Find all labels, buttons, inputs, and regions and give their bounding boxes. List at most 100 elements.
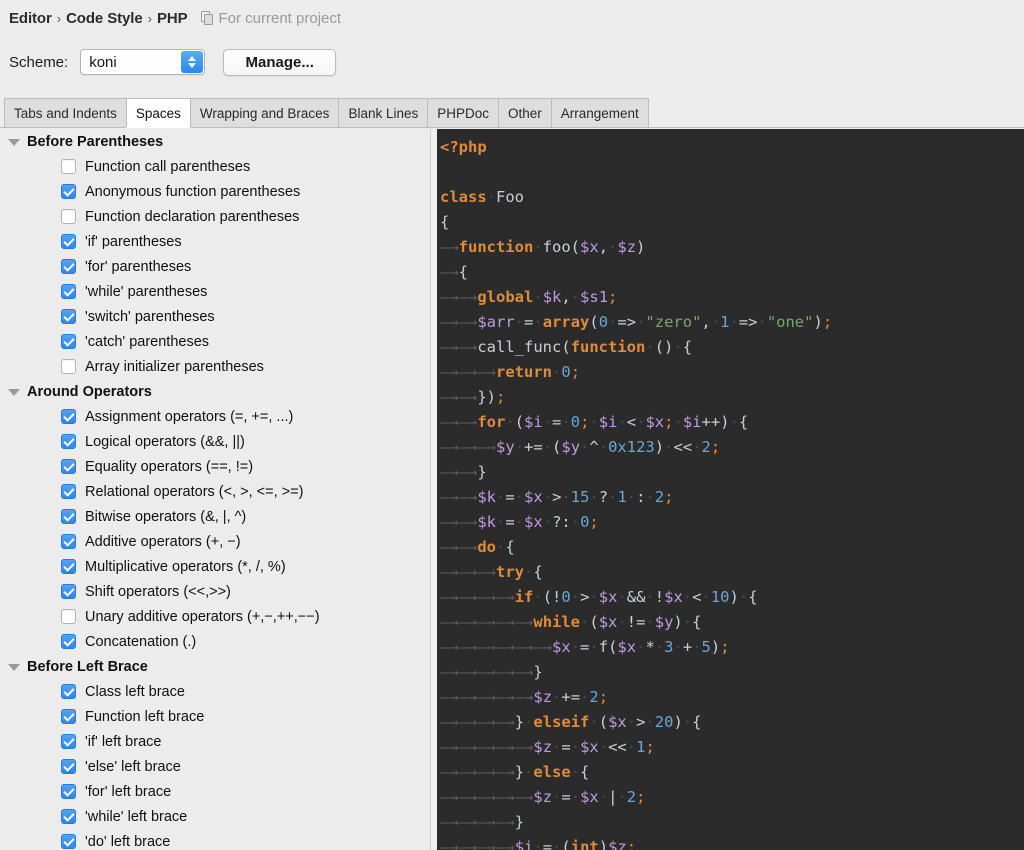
setting-row[interactable]: Bitwise operators (&, |, ^) bbox=[0, 504, 430, 529]
checkbox-checked-icon[interactable] bbox=[61, 759, 76, 774]
setting-label: Unary additive operators (+,−,++,−−) bbox=[85, 608, 320, 625]
setting-row[interactable]: Relational operators (<, >, <=, >=) bbox=[0, 479, 430, 504]
setting-row[interactable]: 'switch' parentheses bbox=[0, 304, 430, 329]
tab-indent-icon: —→ bbox=[458, 738, 478, 756]
setting-row[interactable]: Multiplicative operators (*, /, %) bbox=[0, 554, 430, 579]
checkbox-unchecked-icon[interactable] bbox=[61, 359, 76, 374]
setting-row[interactable]: Additive operators (+, −) bbox=[0, 529, 430, 554]
code-line: —→—→—→—→$i·=·(int)$z; bbox=[437, 835, 1024, 850]
chevron-down-icon[interactable] bbox=[8, 138, 20, 146]
setting-row[interactable]: Equality operators (==, !=) bbox=[0, 454, 430, 479]
setting-row[interactable]: Assignment operators (=, +=, ...) bbox=[0, 404, 430, 429]
checkbox-checked-icon[interactable] bbox=[61, 584, 76, 599]
setting-row[interactable]: Shift operators (<<,>>) bbox=[0, 579, 430, 604]
checkbox-checked-icon[interactable] bbox=[61, 234, 76, 249]
tab-blank-lines[interactable]: Blank Lines bbox=[338, 98, 428, 127]
checkbox-checked-icon[interactable] bbox=[61, 309, 76, 324]
tab-indent-icon: —→ bbox=[477, 438, 497, 456]
tab-arrangement[interactable]: Arrangement bbox=[550, 98, 649, 127]
code-preview[interactable]: <?php class·Foo {—→function·foo($x,·$z) —→… bbox=[437, 129, 1024, 850]
checkbox-checked-icon[interactable] bbox=[61, 334, 76, 349]
checkbox-checked-icon[interactable] bbox=[61, 409, 76, 424]
settings-tree[interactable]: Before Parentheses Function call parenthe… bbox=[0, 129, 430, 850]
checkbox-checked-icon[interactable] bbox=[61, 184, 76, 199]
checkbox-checked-icon[interactable] bbox=[61, 559, 76, 574]
setting-row[interactable]: 'if' parentheses bbox=[0, 229, 430, 254]
setting-row[interactable]: 'else' left brace bbox=[0, 754, 430, 779]
checkbox-checked-icon[interactable] bbox=[61, 709, 76, 724]
tab-indent-icon: —→ bbox=[514, 638, 534, 656]
setting-row[interactable]: 'if' left brace bbox=[0, 729, 430, 754]
tab-indent-icon: —→ bbox=[477, 638, 497, 656]
tab-indent-icon: —→ bbox=[458, 688, 478, 706]
setting-label: 'else' left brace bbox=[85, 758, 181, 775]
tab-indent-icon: —→ bbox=[496, 838, 515, 850]
setting-row[interactable]: 'for' parentheses bbox=[0, 254, 430, 279]
tab-indent-icon: —→ bbox=[440, 588, 459, 606]
tab-spaces[interactable]: Spaces bbox=[125, 98, 190, 127]
tab-indent-icon: —→ bbox=[477, 763, 497, 781]
setting-label: 'do' left brace bbox=[85, 833, 171, 850]
checkbox-checked-icon[interactable] bbox=[61, 259, 76, 274]
setting-row[interactable]: Unary additive operators (+,−,++,−−) bbox=[0, 604, 430, 629]
tab-other[interactable]: Other bbox=[498, 98, 551, 127]
section-header-before-parentheses[interactable]: Before Parentheses bbox=[0, 129, 430, 154]
pane-divider[interactable] bbox=[430, 129, 437, 850]
setting-row[interactable]: 'for' left brace bbox=[0, 779, 430, 804]
checkbox-checked-icon[interactable] bbox=[61, 484, 76, 499]
breadcrumb-item-editor[interactable]: Editor bbox=[9, 10, 52, 27]
tab-indent-icon: —→ bbox=[440, 338, 459, 356]
checkbox-unchecked-icon[interactable] bbox=[61, 159, 76, 174]
setting-label: Array initializer parentheses bbox=[85, 358, 264, 375]
checkbox-checked-icon[interactable] bbox=[61, 634, 76, 649]
section-title: Around Operators bbox=[27, 383, 152, 400]
code-line: —→—→call_func(function·()·{ bbox=[440, 338, 693, 356]
tab-indent-icon: —→ bbox=[458, 388, 478, 406]
manage-button[interactable]: Manage... bbox=[223, 48, 337, 76]
setting-row[interactable]: Array initializer parentheses bbox=[0, 354, 430, 379]
code-line: —→—→—→—→—→} bbox=[440, 663, 543, 681]
chevron-down-icon[interactable] bbox=[8, 663, 20, 671]
setting-row[interactable]: Class left brace bbox=[0, 679, 430, 704]
checkbox-checked-icon[interactable] bbox=[61, 684, 76, 699]
checkbox-checked-icon[interactable] bbox=[61, 809, 76, 824]
setting-row[interactable]: Logical operators (&&, ||) bbox=[0, 429, 430, 454]
section-title: Before Parentheses bbox=[27, 133, 164, 150]
checkbox-checked-icon[interactable] bbox=[61, 434, 76, 449]
setting-row[interactable]: 'while' left brace bbox=[0, 804, 430, 829]
checkbox-unchecked-icon[interactable] bbox=[61, 609, 76, 624]
checkbox-checked-icon[interactable] bbox=[61, 459, 76, 474]
checkbox-checked-icon[interactable] bbox=[61, 534, 76, 549]
tab-wrapping-and-braces[interactable]: Wrapping and Braces bbox=[189, 98, 339, 127]
checkbox-checked-icon[interactable] bbox=[61, 509, 76, 524]
section-title: Before Left Brace bbox=[27, 658, 148, 675]
setting-row[interactable]: Anonymous function parentheses bbox=[0, 179, 430, 204]
tab-tabs-and-indents[interactable]: Tabs and Indents bbox=[4, 98, 126, 127]
setting-row[interactable]: 'catch' parentheses bbox=[0, 329, 430, 354]
setting-row[interactable]: Function left brace bbox=[0, 704, 430, 729]
breadcrumb-item-code-style[interactable]: Code Style bbox=[66, 10, 143, 27]
setting-row[interactable]: Function call parentheses bbox=[0, 154, 430, 179]
tab-indent-icon: —→ bbox=[458, 563, 478, 581]
section-header-before-left-brace[interactable]: Before Left Brace bbox=[0, 654, 430, 679]
code-line: —→—→—→—→—→—→$x·=·f($x·*·3·+·5); bbox=[440, 638, 730, 656]
checkbox-checked-icon[interactable] bbox=[61, 784, 76, 799]
scheme-select[interactable]: koni bbox=[80, 49, 206, 75]
tab-indent-icon: —→ bbox=[458, 313, 478, 331]
setting-row[interactable]: Function declaration parentheses bbox=[0, 204, 430, 229]
checkbox-unchecked-icon[interactable] bbox=[61, 209, 76, 224]
setting-label: Class left brace bbox=[85, 683, 185, 700]
checkbox-checked-icon[interactable] bbox=[61, 834, 76, 849]
setting-label: Function declaration parentheses bbox=[85, 208, 300, 225]
tab-phpdoc[interactable]: PHPDoc bbox=[427, 98, 498, 127]
setting-row[interactable]: 'while' parentheses bbox=[0, 279, 430, 304]
setting-label: 'if' parentheses bbox=[85, 233, 182, 250]
chevron-updown-icon[interactable] bbox=[181, 51, 204, 73]
section-header-around-operators[interactable]: Around Operators bbox=[0, 379, 430, 404]
breadcrumb-separator: › bbox=[56, 10, 62, 26]
chevron-down-icon[interactable] bbox=[8, 388, 20, 396]
setting-row[interactable]: 'do' left brace bbox=[0, 829, 430, 850]
checkbox-checked-icon[interactable] bbox=[61, 284, 76, 299]
setting-row[interactable]: Concatenation (.) bbox=[0, 629, 430, 654]
checkbox-checked-icon[interactable] bbox=[61, 734, 76, 749]
